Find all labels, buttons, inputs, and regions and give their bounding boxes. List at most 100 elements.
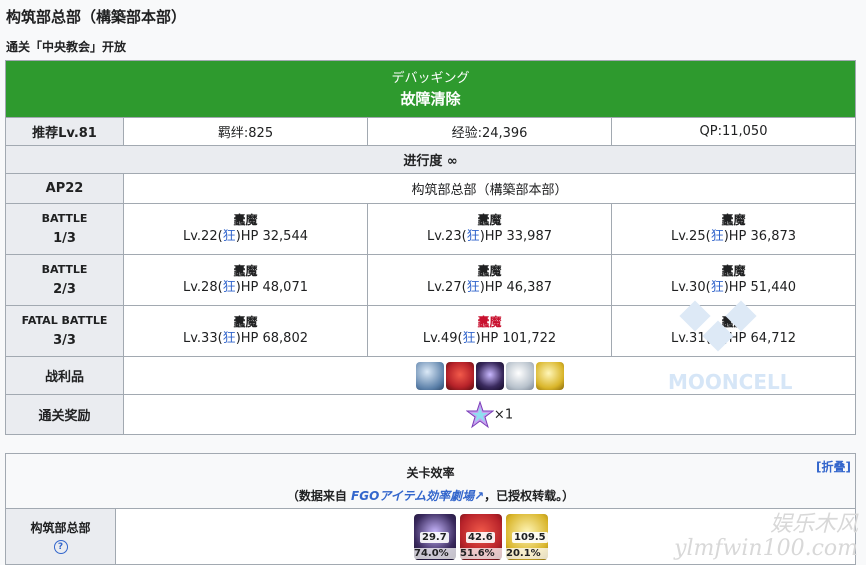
- enemy-name[interactable]: 蠹魔: [368, 263, 611, 279]
- enemy-name[interactable]: 蠹魔: [612, 314, 855, 330]
- enemy-level: Lv.28(: [182, 280, 223, 295]
- enemy-cell: 蠹魔 Lv.33(狂)HP 68,802: [123, 305, 368, 357]
- battle-row: FATAL BATTLE 3/3 蠹魔 Lv.33(狂)HP 68,802 蠹魔…: [5, 305, 857, 357]
- enemy-hp: )HP 51,440: [723, 280, 797, 295]
- enemy-class-link[interactable]: 狂: [467, 229, 480, 244]
- enemy-hp: )HP 48,071: [235, 280, 308, 295]
- source-prefix: （数据来自: [286, 489, 352, 503]
- enemy-level: Lv.30(: [671, 280, 711, 295]
- efficiency-percent: 74.0%: [414, 547, 456, 559]
- enemy-class-link[interactable]: 狂: [711, 280, 724, 295]
- progress-label: 进行度 ∞: [4, 145, 857, 174]
- battle-row: BATTLE 1/3 蠹魔 Lv.22(狂)HP 32,544 蠹魔 Lv.23…: [5, 203, 857, 255]
- drops-list: [122, 356, 857, 395]
- efficiency-row-label-cell: 构筑部总部 ?: [5, 508, 116, 565]
- enemy-stat: Lv.25(狂)HP 36,873: [612, 228, 855, 246]
- enemy-class-link[interactable]: 狂: [223, 229, 236, 244]
- efficiency-row-label: 构筑部总部: [30, 521, 91, 535]
- gold-gem-icon[interactable]: [535, 361, 564, 390]
- efficiency-value: 42.6: [466, 531, 495, 543]
- red-heart-icon[interactable]: [445, 361, 474, 390]
- efficiency-source: （数据来自 FGOアイテム効率劇場↗，已授权转载。）: [7, 487, 854, 504]
- enemy-class-link[interactable]: 狂: [223, 331, 236, 346]
- enemy-hp: )HP 68,802: [235, 331, 308, 346]
- enemy-cell: 蠹魔 Lv.23(狂)HP 33,987: [367, 203, 612, 255]
- enemy-name[interactable]: 蠹魔: [124, 212, 367, 228]
- blue-crystal-icon[interactable]: [415, 361, 444, 390]
- enemy-name[interactable]: 蠹魔: [612, 263, 855, 279]
- purple-orb-icon[interactable]: [475, 361, 504, 390]
- enemy-stat: Lv.30(狂)HP 51,440: [612, 279, 855, 297]
- exp-value: 经验:24,396: [367, 117, 612, 146]
- battle-label-title: BATTLE: [41, 212, 88, 225]
- enemy-cell: 蠹魔 Lv.49(狂)HP 101,722: [367, 305, 612, 357]
- reward-label: 通关奖励: [5, 394, 124, 435]
- source-link[interactable]: FGOアイテム効率劇場: [351, 489, 474, 503]
- enemy-cell: 蠹魔 Lv.30(狂)HP 51,440: [610, 254, 857, 306]
- efficiency-table: [折叠] 关卡效率 （数据来自 FGOアイテム効率劇場↗，已授权转载。） 构筑部…: [4, 453, 857, 565]
- external-link-icon: ↗: [474, 489, 485, 503]
- quest-table: デバッギング 故障清除 推荐Lv.81 羁绊:825 经验:24,396 QP:…: [4, 60, 857, 435]
- efficiency-value: 109.5: [512, 531, 548, 543]
- enemy-hp: )HP 46,387: [479, 280, 552, 295]
- battle-label-count: 3/3: [53, 333, 76, 348]
- enemy-level: Lv.33(: [182, 331, 223, 346]
- help-icon[interactable]: ?: [53, 540, 68, 554]
- enemy-stat: Lv.23(狂)HP 33,987: [368, 228, 611, 246]
- enemy-stat: Lv.31(狂)HP 64,712: [612, 330, 855, 348]
- enemy-level: Lv.27(: [426, 280, 467, 295]
- page-title: 构筑部总部（構築部本部）: [6, 8, 187, 26]
- battle-label: FATAL BATTLE 3/3: [5, 305, 124, 357]
- enemy-class-link[interactable]: 狂: [467, 280, 480, 295]
- efficiency-percent: 20.1%: [506, 547, 548, 559]
- enemy-hp: )HP 64,712: [723, 331, 797, 346]
- efficiency-items: 29.7 74.0% 42.6 51.6% 109.5 20.1%: [114, 508, 857, 565]
- enemy-name[interactable]: 蠹魔: [368, 212, 611, 228]
- drops-label: 战利品: [5, 356, 124, 395]
- enemy-class-link[interactable]: 狂: [463, 331, 476, 346]
- efficiency-value: 29.7: [420, 531, 449, 543]
- battle-label-count: 1/3: [53, 231, 76, 246]
- location-name: 构筑部总部（構築部本部）: [122, 173, 857, 204]
- efficiency-percent: 51.6%: [460, 547, 502, 559]
- enemy-cell: 蠹魔 Lv.27(狂)HP 46,387: [367, 254, 612, 306]
- battle-row: BATTLE 2/3 蠹魔 Lv.28(狂)HP 48,071 蠹魔 Lv.27…: [5, 254, 857, 306]
- enemy-hp: )HP 36,873: [723, 229, 797, 244]
- enemy-class-link[interactable]: 狂: [711, 229, 724, 244]
- enemy-name[interactable]: 蠹魔: [124, 314, 367, 330]
- reward-count: ×1: [493, 407, 514, 422]
- enemy-class-link[interactable]: 狂: [711, 331, 724, 346]
- quest-banner: デバッギング 故障清除: [4, 60, 857, 118]
- enemy-cell: 蠹魔 Lv.25(狂)HP 36,873: [610, 203, 857, 255]
- reward-cell: ×1: [122, 394, 857, 435]
- quest-name-cn: 故障清除: [400, 90, 461, 108]
- enemy-level: Lv.31(: [671, 331, 711, 346]
- quest-name-jp: デバッギング: [391, 71, 470, 86]
- enemy-name-highlighted[interactable]: 蠹魔: [368, 314, 611, 330]
- recommend-level: 推荐Lv.81: [5, 117, 124, 146]
- enemy-level: Lv.25(: [671, 229, 711, 244]
- enemy-level: Lv.23(: [426, 229, 467, 244]
- battle-label-title: BATTLE: [41, 263, 88, 276]
- unlock-condition: 通关「中央教会」开放: [6, 40, 127, 54]
- purple-orb-icon[interactable]: 29.7 74.0%: [414, 513, 456, 560]
- enemy-class-link[interactable]: 狂: [223, 280, 236, 295]
- enemy-name[interactable]: 蠹魔: [612, 212, 855, 228]
- gold-gem-icon[interactable]: 109.5 20.1%: [506, 513, 548, 560]
- enemy-hp: )HP 101,722: [475, 331, 557, 346]
- efficiency-title: 关卡效率: [406, 466, 455, 480]
- fold-toggle[interactable]: [折叠]: [816, 458, 851, 475]
- enemy-level: Lv.22(: [182, 229, 223, 244]
- red-heart-icon[interactable]: 42.6 51.6%: [460, 513, 502, 560]
- battle-label-title: FATAL BATTLE: [21, 314, 108, 327]
- enemy-stat: Lv.49(狂)HP 101,722: [368, 330, 611, 348]
- enemy-cell: 蠹魔 Lv.31(狂)HP 64,712: [610, 305, 857, 357]
- enemy-stat: Lv.22(狂)HP 32,544: [124, 228, 367, 246]
- enemy-stat: Lv.27(狂)HP 46,387: [368, 279, 611, 297]
- enemy-cell: 蠹魔 Lv.22(狂)HP 32,544: [123, 203, 368, 255]
- silver-gem-icon[interactable]: [505, 361, 534, 390]
- enemy-cell: 蠹魔 Lv.28(狂)HP 48,071: [123, 254, 368, 306]
- enemy-name[interactable]: 蠹魔: [124, 263, 367, 279]
- saint-quartz-icon[interactable]: [465, 399, 495, 429]
- enemy-stat: Lv.28(狂)HP 48,071: [124, 279, 367, 297]
